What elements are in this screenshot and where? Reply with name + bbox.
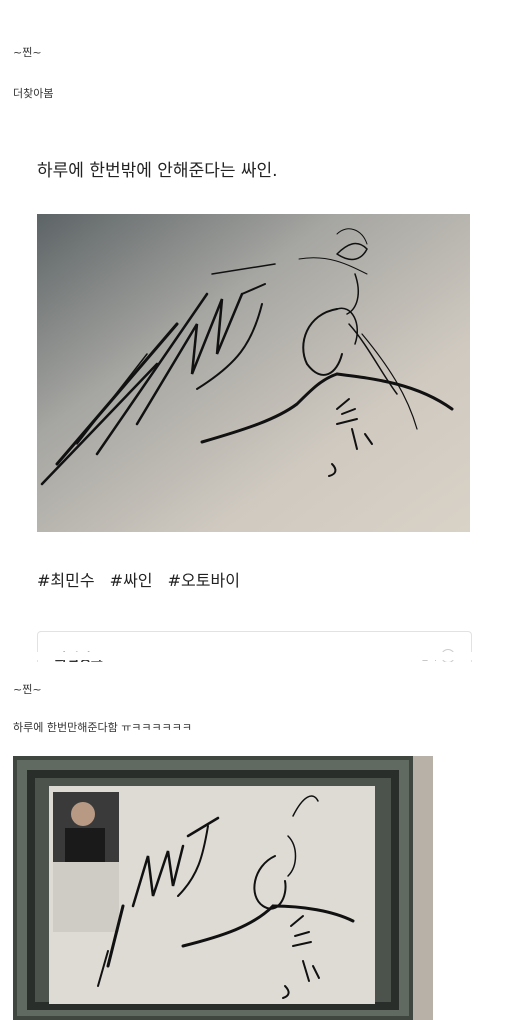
crop-edge: [0, 652, 510, 660]
tag-link[interactable]: #최민수: [37, 571, 95, 590]
comment-author[interactable]: ~찐~: [13, 44, 42, 60]
comment-author[interactable]: ~찐~: [13, 681, 42, 697]
tag-link[interactable]: #오토바이: [168, 571, 240, 590]
comment-text: 더찾아봄: [13, 87, 54, 100]
framed-signature-drawing: [13, 756, 433, 1020]
signature-drawing: [37, 214, 470, 532]
framed-signature-photo[interactable]: [13, 756, 433, 1020]
comment-text: 하루에 한번만해준다함 ㅠㅋㅋㅋㅋㅋㅋ: [13, 721, 193, 734]
tag-link[interactable]: #싸인: [110, 571, 153, 590]
tag-list: #최민수 #싸인 #오토바이: [37, 567, 250, 591]
signature-photo[interactable]: [37, 214, 470, 532]
cropped-title-fragment: [150, 0, 370, 4]
post-title: 하루에 한번밖에 안해준다는 싸인.: [37, 161, 278, 181]
